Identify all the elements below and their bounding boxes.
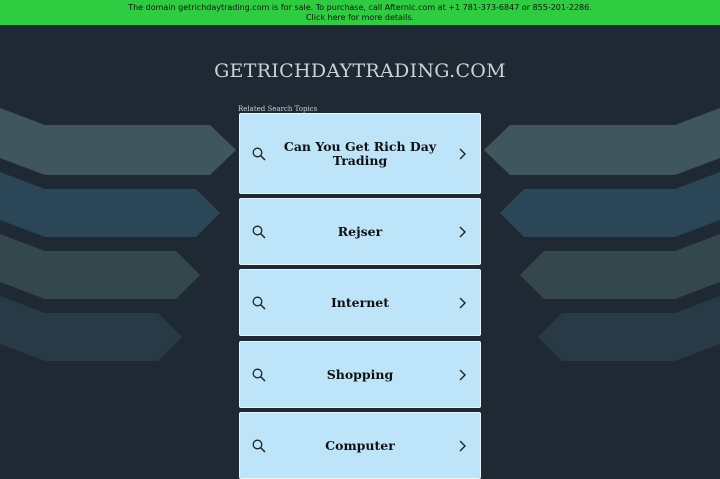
site-title: GETRICHDAYTRADING.COM <box>214 60 506 82</box>
chevron-right-icon <box>459 226 466 237</box>
topic-card-internet[interactable]: Internet <box>239 269 481 336</box>
sale-banner-link[interactable]: The domain getrichdaytrading.com is for … <box>128 3 592 22</box>
chevron-right-icon <box>459 148 466 159</box>
topic-label: Internet <box>330 294 390 310</box>
related-search-label: Related Search Topics <box>238 105 318 113</box>
topic-card-shopping[interactable]: Shopping <box>239 341 481 408</box>
topic-label: Can You Get Rich Day Trading <box>283 138 437 168</box>
search-icon <box>252 225 266 239</box>
search-icon <box>252 439 266 453</box>
chevron-right-icon <box>459 369 466 380</box>
search-icon <box>252 296 266 310</box>
search-icon <box>252 147 266 161</box>
topic-label: Computer <box>325 437 395 453</box>
topic-label: Shopping <box>326 366 394 382</box>
search-icon <box>252 368 266 382</box>
sale-banner[interactable]: The domain getrichdaytrading.com is for … <box>0 0 720 25</box>
topic-label: Rejser <box>337 223 383 239</box>
chevron-right-icon <box>459 297 466 308</box>
topic-card-computer[interactable]: Computer <box>239 412 481 479</box>
topic-card-rejser[interactable]: Rejser <box>239 198 481 265</box>
topic-card-can-you-get-rich-day-trading[interactable]: Can You Get Rich Day Trading <box>239 113 481 194</box>
